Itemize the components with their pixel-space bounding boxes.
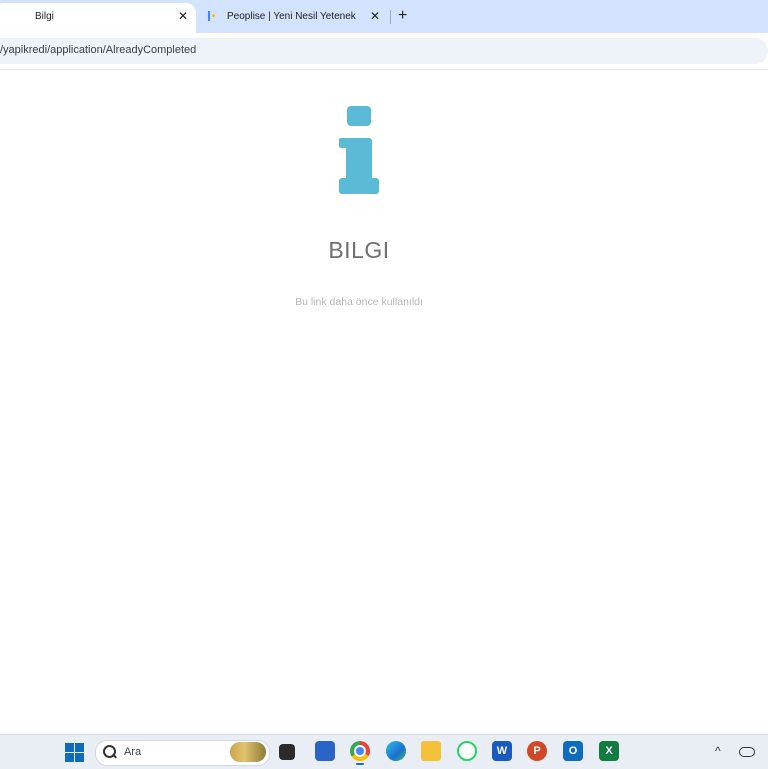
page-title: BILGI bbox=[328, 237, 390, 263]
task-view-icon[interactable] bbox=[279, 744, 295, 760]
new-tab-button[interactable]: + bbox=[398, 8, 407, 24]
powerpoint-icon[interactable]: P bbox=[527, 741, 547, 761]
word-icon[interactable]: W bbox=[492, 741, 512, 761]
chrome-icon[interactable] bbox=[350, 741, 370, 761]
peoplise-favicon-dot bbox=[212, 14, 215, 17]
excel-icon[interactable]: X bbox=[599, 741, 619, 761]
teams-icon[interactable] bbox=[315, 741, 335, 761]
tab-divider bbox=[390, 10, 391, 24]
start-button[interactable] bbox=[65, 743, 84, 762]
windows-logo-icon bbox=[65, 743, 74, 752]
tab-close-icon[interactable]: ✕ bbox=[178, 10, 188, 22]
info-icon-base bbox=[339, 178, 379, 194]
address-bar-url[interactable]: /yapikredi/application/AlreadyCompleted bbox=[0, 44, 196, 56]
info-message: Bu link daha önce kullanıldı bbox=[295, 296, 423, 308]
search-highlight-image bbox=[230, 742, 266, 762]
file-explorer-icon[interactable] bbox=[421, 741, 441, 761]
chrome-active-indicator bbox=[356, 763, 364, 765]
onedrive-icon[interactable] bbox=[739, 747, 755, 757]
search-placeholder: Ara bbox=[124, 746, 142, 758]
whatsapp-icon[interactable] bbox=[457, 741, 477, 761]
peoplise-favicon-icon bbox=[208, 11, 210, 21]
outlook-icon[interactable]: O bbox=[563, 741, 583, 761]
tray-chevron-icon[interactable]: ^ bbox=[715, 744, 721, 758]
windows-logo-icon bbox=[75, 753, 84, 762]
edge-icon[interactable] bbox=[386, 741, 406, 761]
info-icon-dot bbox=[347, 106, 371, 126]
tab-peoplise-label[interactable]: Peoplise | Yeni Nesil Yetenek Ka bbox=[227, 11, 359, 22]
windows-logo-icon bbox=[65, 753, 74, 762]
windows-logo-icon bbox=[75, 743, 84, 752]
tab-bilgi[interactable] bbox=[0, 3, 196, 33]
tab-close-icon[interactable]: ✕ bbox=[370, 10, 380, 22]
tab-bilgi-label: Bilgi bbox=[35, 11, 54, 22]
